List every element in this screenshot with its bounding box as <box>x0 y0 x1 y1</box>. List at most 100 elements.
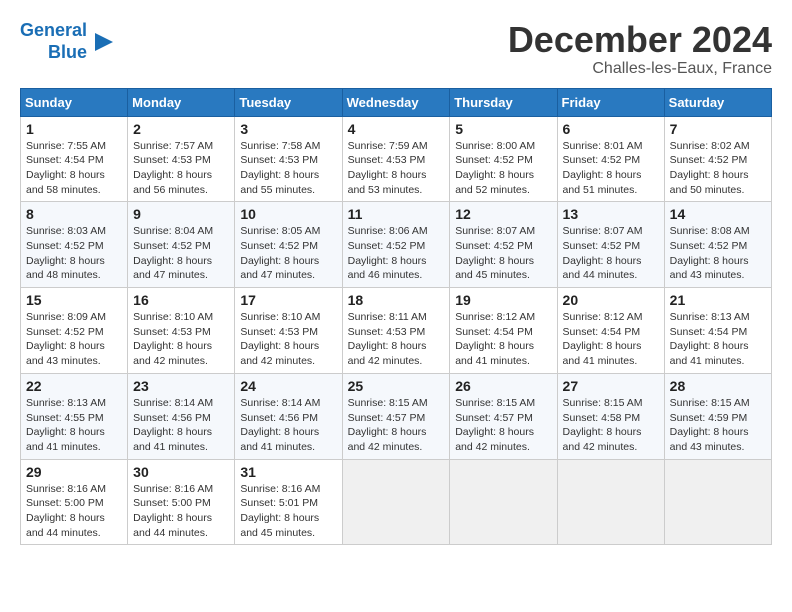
day-info: Sunrise: 8:15 AM Sunset: 4:59 PM Dayligh… <box>670 396 766 455</box>
header-friday: Friday <box>557 88 664 116</box>
day-number: 1 <box>26 121 122 137</box>
day-number: 22 <box>26 378 122 394</box>
title-section: December 2024 Challes-les-Eaux, France <box>508 20 772 78</box>
day-number: 13 <box>563 206 659 222</box>
day-number: 29 <box>26 464 122 480</box>
day-info: Sunrise: 8:03 AM Sunset: 4:52 PM Dayligh… <box>26 224 122 283</box>
logo-text-blue: Blue <box>48 42 87 64</box>
day-info: Sunrise: 7:57 AM Sunset: 4:53 PM Dayligh… <box>133 139 229 198</box>
header-saturday: Saturday <box>664 88 771 116</box>
day-info: Sunrise: 8:15 AM Sunset: 4:57 PM Dayligh… <box>455 396 551 455</box>
location-title: Challes-les-Eaux, France <box>508 60 772 78</box>
day-info: Sunrise: 8:04 AM Sunset: 4:52 PM Dayligh… <box>133 224 229 283</box>
day-info: Sunrise: 8:07 AM Sunset: 4:52 PM Dayligh… <box>563 224 659 283</box>
calendar-week-row: 8 Sunrise: 8:03 AM Sunset: 4:52 PM Daylig… <box>21 202 772 288</box>
day-number: 15 <box>26 292 122 308</box>
day-info: Sunrise: 8:12 AM Sunset: 4:54 PM Dayligh… <box>563 310 659 369</box>
logo-arrow-icon <box>93 31 115 53</box>
day-number: 26 <box>455 378 551 394</box>
calendar-cell: 13 Sunrise: 8:07 AM Sunset: 4:52 PM Dayli… <box>557 202 664 288</box>
day-number: 21 <box>670 292 766 308</box>
day-info: Sunrise: 8:02 AM Sunset: 4:52 PM Dayligh… <box>670 139 766 198</box>
day-number: 4 <box>348 121 445 137</box>
day-info: Sunrise: 8:10 AM Sunset: 4:53 PM Dayligh… <box>240 310 336 369</box>
calendar-table: Sunday Monday Tuesday Wednesday Thursday… <box>20 88 772 546</box>
day-number: 10 <box>240 206 336 222</box>
calendar-cell: 22 Sunrise: 8:13 AM Sunset: 4:55 PM Dayli… <box>21 373 128 459</box>
calendar-cell: 11 Sunrise: 8:06 AM Sunset: 4:52 PM Dayli… <box>342 202 450 288</box>
day-number: 11 <box>348 206 445 222</box>
day-number: 16 <box>133 292 229 308</box>
calendar-cell: 14Sunrise: 8:08 AM Sunset: 4:52 PM Dayli… <box>664 202 771 288</box>
header-sunday: Sunday <box>21 88 128 116</box>
day-info: Sunrise: 8:15 AM Sunset: 4:57 PM Dayligh… <box>348 396 445 455</box>
day-info: Sunrise: 8:13 AM Sunset: 4:54 PM Dayligh… <box>670 310 766 369</box>
calendar-cell: 12 Sunrise: 8:07 AM Sunset: 4:52 PM Dayli… <box>450 202 557 288</box>
calendar-week-row: 29 Sunrise: 8:16 AM Sunset: 5:00 PM Dayli… <box>21 459 772 545</box>
day-info: Sunrise: 8:06 AM Sunset: 4:52 PM Dayligh… <box>348 224 445 283</box>
day-info: Sunrise: 8:08 AM Sunset: 4:52 PM Dayligh… <box>670 224 766 283</box>
day-number: 3 <box>240 121 336 137</box>
day-number: 7 <box>670 121 766 137</box>
page-header: General Blue December 2024 Challes-les-E… <box>20 20 772 78</box>
day-number: 23 <box>133 378 229 394</box>
calendar-cell: 19Sunrise: 8:12 AM Sunset: 4:54 PM Dayli… <box>450 288 557 374</box>
calendar-cell: 6Sunrise: 8:01 AM Sunset: 4:52 PM Daylig… <box>557 116 664 202</box>
day-info: Sunrise: 8:14 AM Sunset: 4:56 PM Dayligh… <box>240 396 336 455</box>
day-number: 12 <box>455 206 551 222</box>
logo-text-general: General <box>20 20 87 42</box>
calendar-cell: 28Sunrise: 8:15 AM Sunset: 4:59 PM Dayli… <box>664 373 771 459</box>
calendar-cell <box>342 459 450 545</box>
header-monday: Monday <box>128 88 235 116</box>
calendar-cell: 24Sunrise: 8:14 AM Sunset: 4:56 PM Dayli… <box>235 373 342 459</box>
calendar-cell: 10 Sunrise: 8:05 AM Sunset: 4:52 PM Dayli… <box>235 202 342 288</box>
day-number: 30 <box>133 464 229 480</box>
day-info: Sunrise: 7:59 AM Sunset: 4:53 PM Dayligh… <box>348 139 445 198</box>
calendar-cell: 8 Sunrise: 8:03 AM Sunset: 4:52 PM Daylig… <box>21 202 128 288</box>
calendar-week-row: 22 Sunrise: 8:13 AM Sunset: 4:55 PM Dayli… <box>21 373 772 459</box>
day-info: Sunrise: 8:13 AM Sunset: 4:55 PM Dayligh… <box>26 396 122 455</box>
calendar-cell <box>450 459 557 545</box>
calendar-cell: 9Sunrise: 8:04 AM Sunset: 4:52 PM Daylig… <box>128 202 235 288</box>
calendar-week-row: 1 Sunrise: 7:55 AM Sunset: 4:54 PM Daylig… <box>21 116 772 202</box>
day-info: Sunrise: 7:55 AM Sunset: 4:54 PM Dayligh… <box>26 139 122 198</box>
day-info: Sunrise: 8:05 AM Sunset: 4:52 PM Dayligh… <box>240 224 336 283</box>
calendar-cell <box>557 459 664 545</box>
day-info: Sunrise: 8:10 AM Sunset: 4:53 PM Dayligh… <box>133 310 229 369</box>
day-info: Sunrise: 8:16 AM Sunset: 5:00 PM Dayligh… <box>133 482 229 541</box>
calendar-cell: 15 Sunrise: 8:09 AM Sunset: 4:52 PM Dayli… <box>21 288 128 374</box>
day-info: Sunrise: 8:15 AM Sunset: 4:58 PM Dayligh… <box>563 396 659 455</box>
day-info: Sunrise: 8:09 AM Sunset: 4:52 PM Dayligh… <box>26 310 122 369</box>
day-number: 5 <box>455 121 551 137</box>
day-number: 18 <box>348 292 445 308</box>
calendar-cell: 16 Sunrise: 8:10 AM Sunset: 4:53 PM Dayli… <box>128 288 235 374</box>
calendar-cell: 30 Sunrise: 8:16 AM Sunset: 5:00 PM Dayli… <box>128 459 235 545</box>
header-wednesday: Wednesday <box>342 88 450 116</box>
day-number: 20 <box>563 292 659 308</box>
day-info: Sunrise: 8:00 AM Sunset: 4:52 PM Dayligh… <box>455 139 551 198</box>
day-info: Sunrise: 7:58 AM Sunset: 4:53 PM Dayligh… <box>240 139 336 198</box>
calendar-cell: 25Sunrise: 8:15 AM Sunset: 4:57 PM Dayli… <box>342 373 450 459</box>
day-info: Sunrise: 8:16 AM Sunset: 5:00 PM Dayligh… <box>26 482 122 541</box>
day-number: 8 <box>26 206 122 222</box>
calendar-cell: 5 Sunrise: 8:00 AM Sunset: 4:52 PM Daylig… <box>450 116 557 202</box>
calendar-cell <box>664 459 771 545</box>
day-number: 6 <box>563 121 659 137</box>
day-number: 19 <box>455 292 551 308</box>
day-info: Sunrise: 8:07 AM Sunset: 4:52 PM Dayligh… <box>455 224 551 283</box>
day-number: 27 <box>563 378 659 394</box>
calendar-cell: 23Sunrise: 8:14 AM Sunset: 4:56 PM Dayli… <box>128 373 235 459</box>
calendar-cell: 18 Sunrise: 8:11 AM Sunset: 4:53 PM Dayli… <box>342 288 450 374</box>
calendar-header-row: Sunday Monday Tuesday Wednesday Thursday… <box>21 88 772 116</box>
calendar-cell: 3 Sunrise: 7:58 AM Sunset: 4:53 PM Daylig… <box>235 116 342 202</box>
calendar-cell: 4 Sunrise: 7:59 AM Sunset: 4:53 PM Daylig… <box>342 116 450 202</box>
header-tuesday: Tuesday <box>235 88 342 116</box>
calendar-cell: 29 Sunrise: 8:16 AM Sunset: 5:00 PM Dayli… <box>21 459 128 545</box>
day-info: Sunrise: 8:16 AM Sunset: 5:01 PM Dayligh… <box>240 482 336 541</box>
day-number: 17 <box>240 292 336 308</box>
day-number: 31 <box>240 464 336 480</box>
day-info: Sunrise: 8:11 AM Sunset: 4:53 PM Dayligh… <box>348 310 445 369</box>
logo: General Blue <box>20 20 115 63</box>
calendar-cell: 20 Sunrise: 8:12 AM Sunset: 4:54 PM Dayli… <box>557 288 664 374</box>
calendar-cell: 17 Sunrise: 8:10 AM Sunset: 4:53 PM Dayli… <box>235 288 342 374</box>
